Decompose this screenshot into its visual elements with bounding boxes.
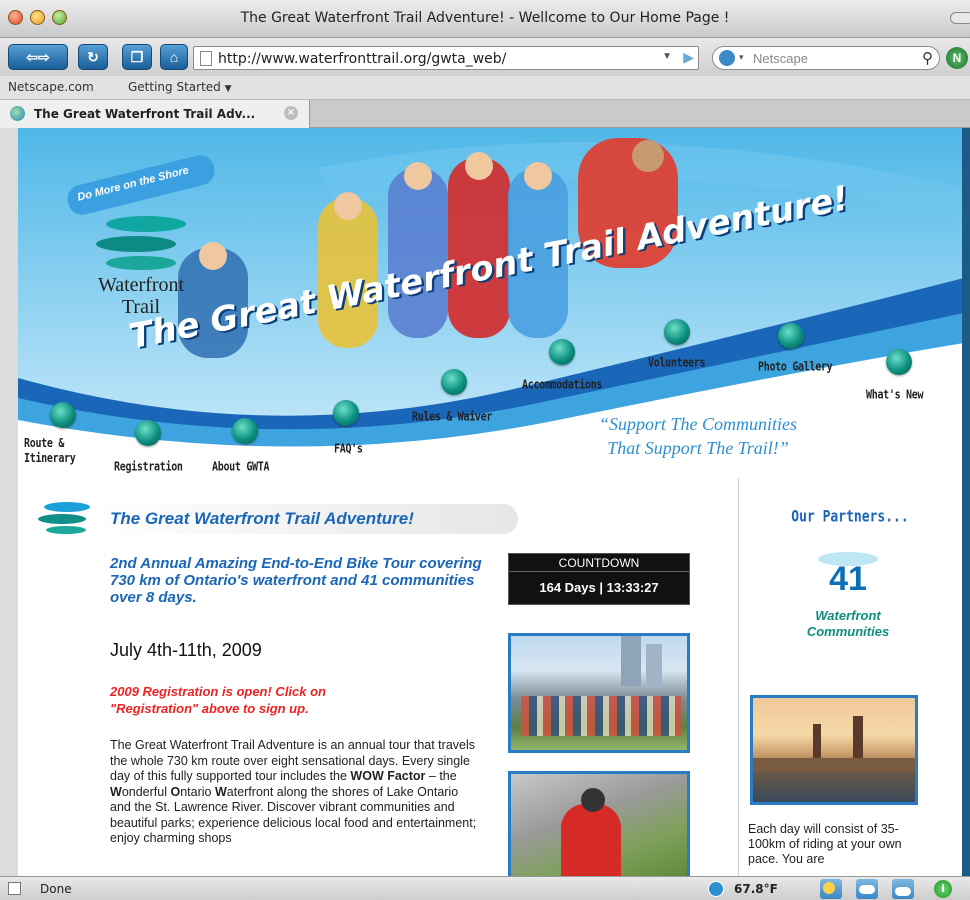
nav-link-faq[interactable]: FAQ's <box>334 443 363 457</box>
partners-title: Our Partners... <box>791 508 909 527</box>
countdown-label: COUNTDOWN <box>509 554 689 572</box>
nav-dot-whats-new[interactable] <box>886 349 912 375</box>
column-divider <box>738 478 739 876</box>
url-dropdown-icon[interactable]: ▼ <box>662 51 672 62</box>
partners-logo[interactable]: 41 Waterfront Communities <box>788 548 908 658</box>
nav-link-accommodations[interactable]: Accommodations <box>522 379 602 393</box>
nav-link-whats-new[interactable]: What's New <box>866 389 924 403</box>
tour-dates: July 4th-11th, 2009 <box>110 640 262 660</box>
weather-icon <box>708 881 724 897</box>
search-engine-icon[interactable] <box>719 50 735 66</box>
nav-link-about[interactable]: About GWTA <box>212 461 270 475</box>
partners-line-1: Waterfront <box>815 608 881 623</box>
nav-dot-volunteers[interactable] <box>664 319 690 345</box>
intro-text: – the <box>425 769 457 783</box>
window-edge <box>962 128 970 876</box>
tab-bar: The Great Waterfront Trail Adv... × <box>0 100 970 128</box>
new-tab-button[interactable]: ❐ <box>122 44 152 70</box>
intro-text: ntario <box>180 784 215 799</box>
sidebar-text: Each day will consist of 35-100km of rid… <box>748 822 902 866</box>
partly-cloudy-icon[interactable] <box>892 879 914 899</box>
nav-dot-faq[interactable] <box>333 400 359 426</box>
forward-arrow-icon: ⇨ <box>38 49 50 65</box>
bookmark-netscape[interactable]: Netscape.com <box>8 80 94 94</box>
window-title: The Great Waterfront Trail Adventure! - … <box>240 10 730 26</box>
search-field[interactable]: ▾ Netscape ⚲ <box>712 46 940 70</box>
slogan: “Support The Communities That Support Th… <box>558 412 838 460</box>
nav-link-registration[interactable]: Registration <box>114 461 183 475</box>
status-page-icon[interactable] <box>8 882 21 895</box>
temperature-text: 67.8°F <box>734 882 778 896</box>
sun-icon[interactable] <box>820 879 842 899</box>
url-field[interactable]: http://www.waterfronttrail.org/gwta_web/… <box>193 46 699 70</box>
countdown-box: COUNTDOWN 164 Days | 13:33:27 <box>508 553 690 605</box>
status-bar: Done 67.8°F i <box>0 876 970 900</box>
nav-dot-rules[interactable] <box>441 369 467 395</box>
bookmark-getting-started-label: Getting Started <box>128 80 221 94</box>
tab-active[interactable]: The Great Waterfront Trail Adv... × <box>0 100 310 128</box>
nav-link-photo-gallery[interactable]: Photo Gallery <box>758 361 833 375</box>
fish-icon <box>96 236 176 252</box>
back-forward-button[interactable]: ⇦⇨ <box>8 44 68 70</box>
url-text: http://www.waterfronttrail.org/gwta_web/ <box>218 51 507 67</box>
chevron-down-icon: ▼ <box>224 84 232 94</box>
partners-line-2: Communities <box>806 624 890 639</box>
photo-waterfront-town[interactable] <box>750 695 918 805</box>
slogan-line-2: That Support The Trail!” <box>607 438 789 458</box>
bookmarks-bar: Netscape.com Getting Started ▼ <box>0 76 970 100</box>
nav-dot-accommodations[interactable] <box>549 339 575 365</box>
nav-link-volunteers[interactable]: Volunteers <box>648 357 706 371</box>
browser-window: The Great Waterfront Trail Adventure! - … <box>0 0 970 900</box>
site-logo[interactable]: Do More on the Shore Waterfront Trail <box>46 152 226 326</box>
fish-icon <box>106 256 176 270</box>
bookmark-getting-started[interactable]: Getting Started ▼ <box>128 80 232 94</box>
home-button[interactable]: ⌂ <box>160 44 188 70</box>
nav-link-rules[interactable]: Rules & Waiver <box>412 411 492 425</box>
heading-fish-icon <box>38 500 98 534</box>
search-placeholder: Netscape <box>753 51 808 66</box>
go-button[interactable]: ▶ <box>683 49 694 66</box>
web-page: Do More on the Shore Waterfront Trail Th… <box>18 128 964 876</box>
reload-button[interactable]: ↻ <box>78 44 108 70</box>
title-bar: The Great Waterfront Trail Adventure! - … <box>0 0 970 38</box>
registration-note[interactable]: 2009 Registration is open! Click on "Reg… <box>110 683 410 717</box>
tour-subtitle: 2nd Annual Amazing End-to-End Bike Tour … <box>110 555 482 606</box>
home-icon: ⌂ <box>169 49 179 65</box>
tab-icon: ❐ <box>130 49 144 65</box>
tab-close-icon[interactable]: × <box>284 106 298 120</box>
nav-dot-route[interactable] <box>50 402 76 428</box>
nav-link-route[interactable]: Route & Itinerary <box>24 437 88 467</box>
wow-factor-text: WOW Factor <box>350 769 426 783</box>
back-arrow-icon: ⇦ <box>26 49 38 65</box>
online-status-icon[interactable]: i <box>934 880 952 898</box>
status-text: Done <box>40 882 72 896</box>
page-icon <box>200 51 212 66</box>
magnifier-icon[interactable]: ⚲ <box>922 49 933 67</box>
reload-icon: ↻ <box>87 49 99 65</box>
cloud-icon[interactable] <box>856 879 878 899</box>
intro-emphasis: W <box>214 784 227 799</box>
tab-label: The Great Waterfront Trail Adv... <box>34 107 256 121</box>
slogan-line-1: “Support The Communities <box>598 414 798 434</box>
fish-icon <box>106 216 186 232</box>
main-heading: The Great Waterfront Trail Adventure! <box>110 509 414 528</box>
photo-cyclist-road[interactable] <box>508 771 690 876</box>
search-engine-dropdown-icon[interactable]: ▾ <box>739 52 744 63</box>
photo-riders-city[interactable] <box>508 633 690 753</box>
countdown-value: 164 Days | 13:33:27 <box>539 580 659 595</box>
intro-text: onderful <box>121 784 171 799</box>
intro-emphasis: W <box>110 784 122 799</box>
toolbar-toggle-button[interactable] <box>950 12 970 24</box>
nav-dot-about[interactable] <box>232 418 258 444</box>
navigation-toolbar: ⇦⇨ ↻ ❐ ⌂ http://www.waterfronttrail.org/… <box>0 38 970 76</box>
nav-dot-photo-gallery[interactable] <box>778 323 804 349</box>
globe-icon <box>10 106 25 121</box>
nav-dot-registration[interactable] <box>135 420 161 446</box>
intro-paragraph: The Great Waterfront Trail Adventure is … <box>110 738 480 847</box>
intro-emphasis: O <box>170 784 181 799</box>
netscape-logo-icon[interactable]: N <box>946 47 968 69</box>
partners-count: 41 <box>829 560 867 598</box>
